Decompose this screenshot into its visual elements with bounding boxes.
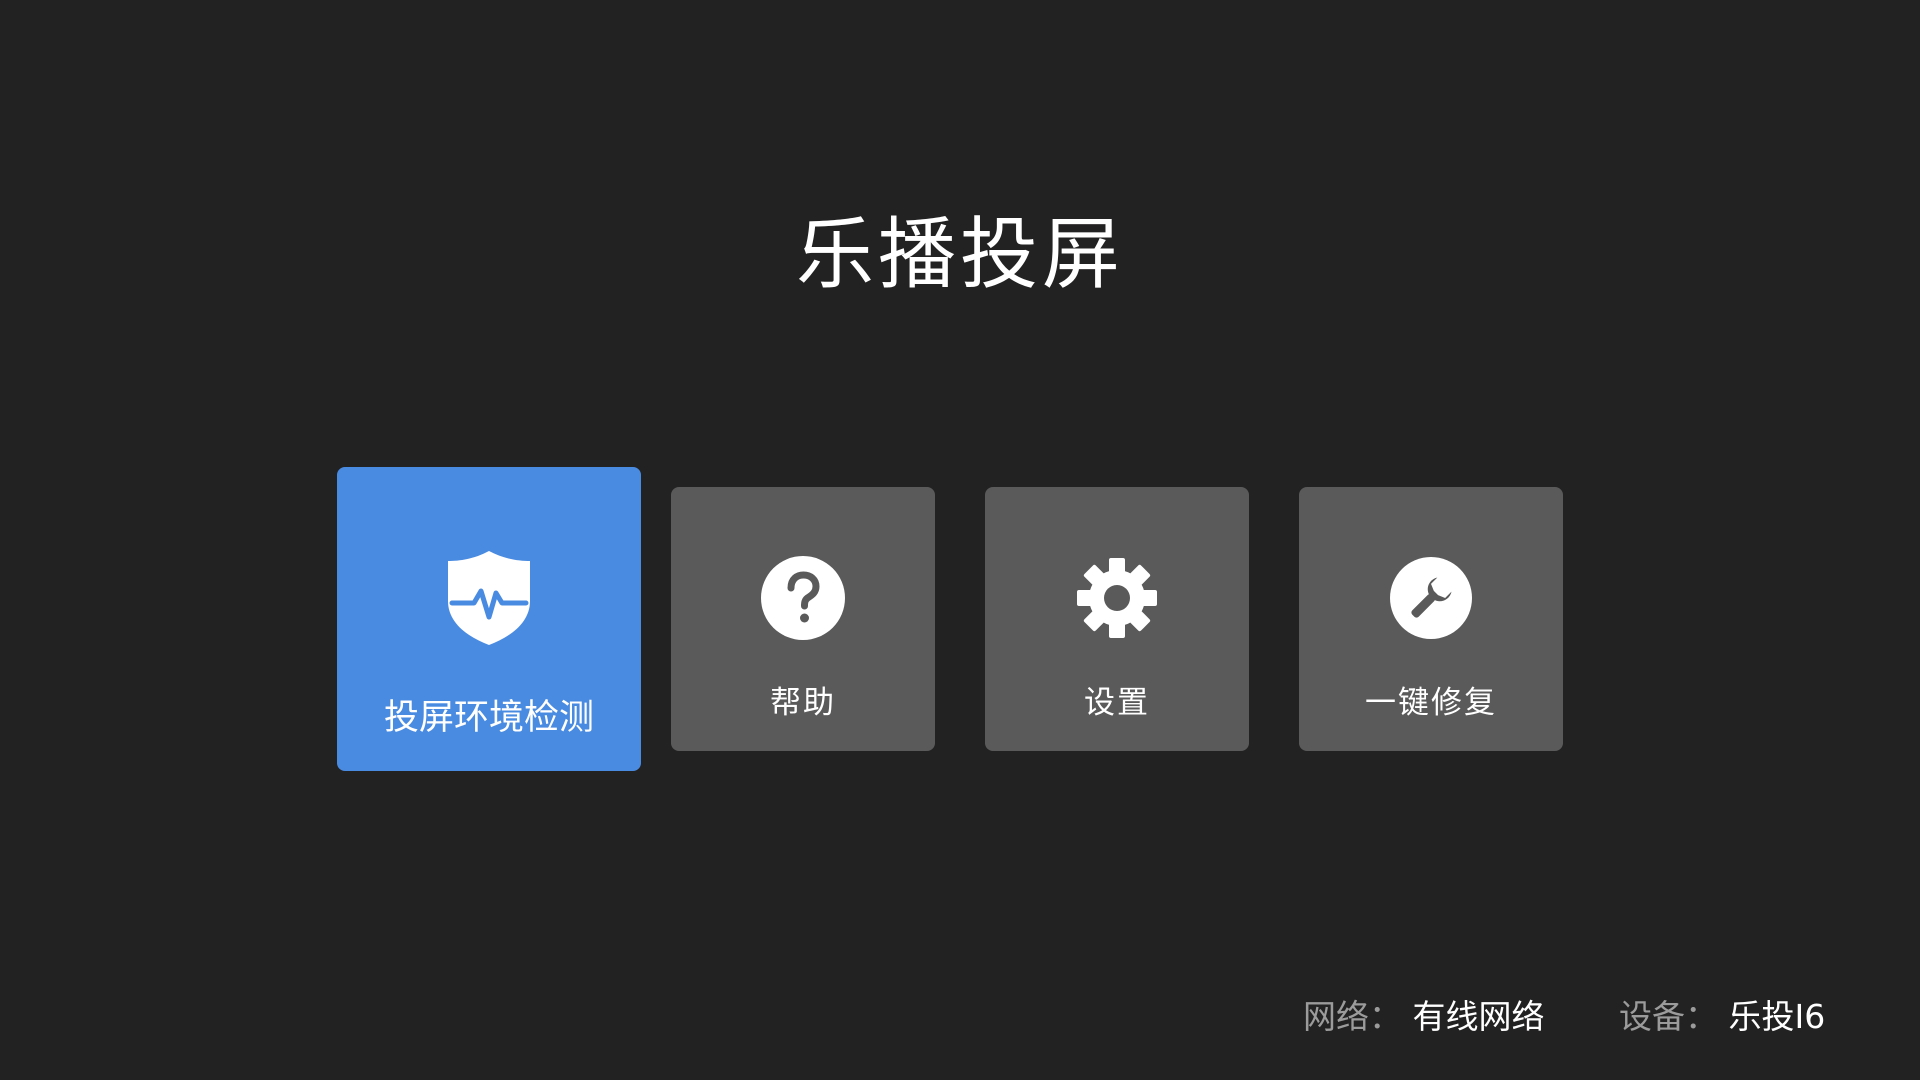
menu-tile-environment-check[interactable]: 投屏环境检测 [337,467,641,771]
network-status-key: 网络： [1303,997,1402,1036]
device-status-value: 乐投I6 [1728,997,1826,1036]
network-status: 网络： 有线网络 [1303,995,1545,1039]
menu-tile-label: 投屏环境检测 [383,698,594,738]
wrench-circle-icon [1390,557,1472,639]
menu-tile-help[interactable]: 帮助 [671,487,935,751]
menu-tile-label: 一键修复 [1365,685,1497,721]
gear-icon [1077,558,1157,638]
device-status: 设备： 乐投I6 [1619,995,1825,1039]
menu-tile-label: 设置 [1084,685,1150,721]
device-status-key: 设备： [1619,997,1718,1036]
menu-tile-label: 帮助 [770,685,836,721]
menu-tile-one-key-repair[interactable]: 一键修复 [1299,487,1563,751]
question-circle-icon [761,556,845,640]
shield-pulse-icon [448,551,530,645]
network-status-value: 有线网络 [1412,997,1545,1036]
menu-tile-settings[interactable]: 设置 [985,487,1249,751]
app-title: 乐播投屏 [795,210,1124,300]
home-screen: 乐播投屏 投屏环境检测 帮助 设置 一键修复 网络： 有线网络 设备： 乐投I6 [0,0,1920,1080]
